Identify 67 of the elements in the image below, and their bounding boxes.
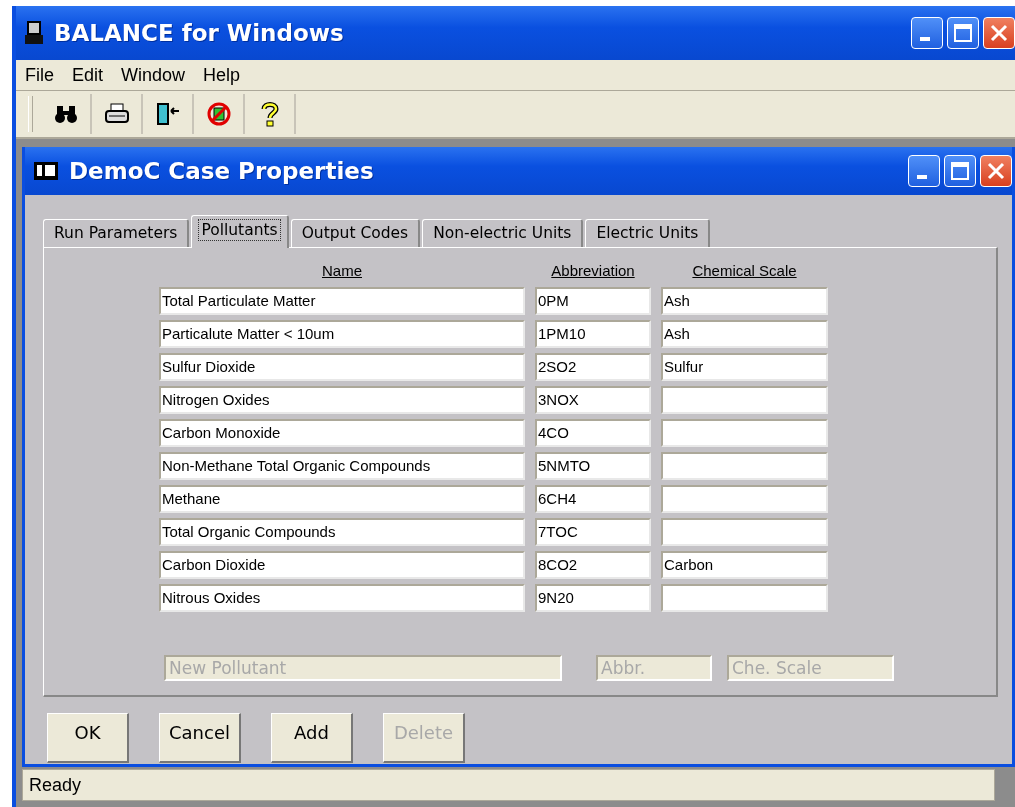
close-icon [990, 24, 1008, 42]
chemical-scale-field[interactable] [661, 419, 828, 447]
dialog-button[interactable]: OK [47, 713, 129, 763]
dialog-title: DemoC Case Properties [69, 158, 375, 184]
name-field[interactable]: Total Particulate Matter [159, 287, 525, 315]
abbreviation-field[interactable]: 7TOC [535, 518, 651, 546]
tab[interactable]: Run Parameters [43, 219, 190, 247]
name-field[interactable]: Particalute Matter < 10um [159, 320, 525, 348]
name-field[interactable]: Sulfur Dioxide [159, 353, 525, 381]
tab[interactable]: Output Codes [290, 219, 421, 247]
chemical-scale-field[interactable]: Sulfur [661, 353, 828, 381]
minimize-icon [917, 175, 927, 179]
abbreviation-field[interactable]: 5NMTO [535, 452, 651, 480]
dialog-button[interactable]: Cancel [159, 713, 241, 763]
chemical-scale-field[interactable] [661, 485, 828, 513]
chemical-scale-field[interactable]: Carbon [661, 551, 828, 579]
name-field[interactable]: Non-Methane Total Organic Compounds [159, 452, 525, 480]
minimize-icon [920, 37, 930, 41]
menu-item[interactable]: File [16, 64, 63, 86]
tab[interactable]: Non-electric Units [422, 219, 584, 247]
maximize-button[interactable] [944, 155, 976, 187]
abbreviation-field[interactable]: 2SO2 [535, 353, 651, 381]
close-button[interactable] [980, 155, 1012, 187]
name-field[interactable]: Nitrogen Oxides [159, 386, 525, 414]
maximize-button[interactable] [947, 17, 979, 49]
chemical-scale-field[interactable] [661, 452, 828, 480]
chemical-scale-field[interactable] [661, 518, 828, 546]
tab[interactable]: Pollutants [191, 215, 289, 248]
chemical-scale-field[interactable]: Ash [661, 287, 828, 315]
abbreviation-field[interactable]: 4CO [535, 419, 651, 447]
menu-item[interactable]: Window [112, 64, 195, 86]
minimize-button[interactable] [908, 155, 940, 187]
document-icon [33, 161, 59, 181]
name-field[interactable]: Total Organic Compounds [159, 518, 525, 546]
name-field[interactable]: Carbon Monoxide [159, 419, 525, 447]
abbreviation-field[interactable]: 9N20 [535, 584, 651, 612]
name-field[interactable]: Methane [159, 485, 525, 513]
menu-item[interactable]: Help [194, 64, 250, 86]
tab[interactable]: Electric Units [585, 219, 711, 247]
abbreviation-field[interactable]: 6CH4 [535, 485, 651, 513]
door-arrow-icon [154, 102, 181, 126]
column-header: Name [321, 262, 363, 281]
chemical-scale-field[interactable] [661, 386, 828, 414]
dialog-button[interactable]: Add [271, 713, 353, 763]
binoculars-icon [53, 104, 78, 124]
prohibited-icon [206, 102, 231, 126]
name-field[interactable]: Nitrous Oxides [159, 584, 525, 612]
abbreviation-field[interactable]: 0PM [535, 287, 651, 315]
chemical-scale-field[interactable]: Ash [661, 320, 828, 348]
column-header: Chemical Scale [691, 262, 798, 281]
maximize-icon [954, 24, 972, 42]
close-icon [987, 162, 1005, 180]
window-title: BALANCE for Windows [54, 20, 345, 46]
abbreviation-field[interactable]: 3NOX [535, 386, 651, 414]
printer-icon [103, 103, 130, 125]
abbreviation-field[interactable]: 1PM10 [535, 320, 651, 348]
name-field[interactable]: Carbon Dioxide [159, 551, 525, 579]
maximize-icon [951, 162, 969, 180]
abbreviation-field[interactable]: 8CO2 [535, 551, 651, 579]
computer-icon [24, 21, 44, 45]
minimize-button[interactable] [911, 17, 943, 49]
chemical-scale-field[interactable] [661, 584, 828, 612]
close-button[interactable] [983, 17, 1015, 49]
menu-item[interactable]: Edit [63, 64, 113, 86]
help-icon [259, 101, 280, 127]
column-header: Abbreviation [550, 262, 636, 281]
status-bar: Ready [22, 769, 995, 801]
